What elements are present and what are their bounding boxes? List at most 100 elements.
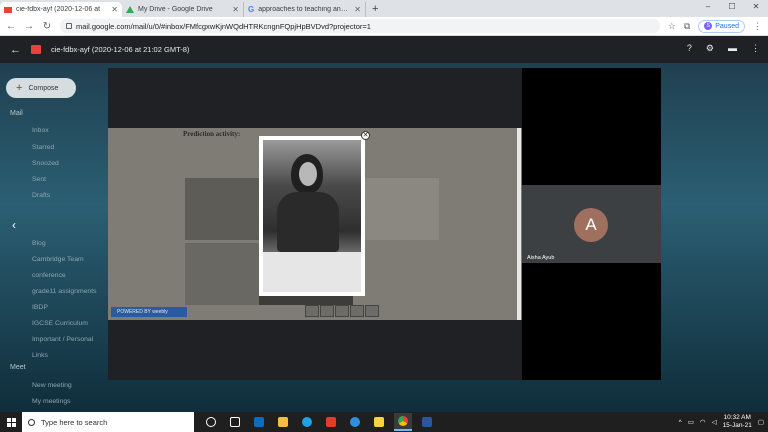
avatar-initial: A [585,215,597,234]
help-icon[interactable]: ? [687,43,692,54]
tab-google-drive[interactable]: My Drive - Google Drive ✕ [122,2,244,17]
network-icon[interactable]: ◠ [700,418,706,426]
new-meeting-link[interactable]: New meeting [32,382,72,389]
back-arrow-icon[interactable]: ← [10,44,21,56]
slide-photo-strip [259,296,353,305]
sidebar-item-drafts[interactable]: Drafts [32,192,50,199]
gallery-thumbnail[interactable] [350,305,364,317]
close-tab-icon[interactable]: ✕ [354,5,361,14]
extensions-icon[interactable]: ⧉ [684,21,690,32]
url-text: mail.google.com/mail/u/0/#inbox/FMfcgxwK… [76,21,371,31]
bookmark-star-icon[interactable]: ☆ [668,21,676,32]
tab-google-search[interactable]: G approaches to teaching and lea ✕ [244,2,366,17]
clock-time: 10:32 AM [723,414,751,421]
compose-button[interactable]: + Compose [6,78,76,98]
close-tab-icon[interactable]: ✕ [232,5,239,14]
address-bar[interactable]: mail.google.com/mail/u/0/#inbox/FMfcgxwK… [60,19,660,33]
lock-icon [66,23,72,29]
chrome-icon[interactable] [394,413,412,431]
participant-avatar: A [574,208,608,242]
more-options-icon[interactable]: ⋮ [751,43,760,54]
internet-explorer-icon[interactable] [298,413,316,431]
word-icon[interactable] [418,413,436,431]
back-arrow-icon[interactable]: ← [6,21,16,32]
cortana-icon[interactable] [202,413,220,431]
gallery-thumbnail[interactable] [320,305,334,317]
search-icon [28,418,35,426]
previous-arrow-icon[interactable]: ‹ [12,218,16,232]
taskbar-apps [202,413,436,431]
close-window-button[interactable]: ✕ [744,0,768,14]
minimize-button[interactable]: – [696,0,720,14]
sticky-notes-icon[interactable] [370,413,388,431]
gallery-thumbnail[interactable] [305,305,319,317]
gmail-favicon-icon [4,6,12,13]
windows-logo-icon [6,417,16,427]
file-explorer-icon[interactable] [274,413,292,431]
participant-name: Aisha Ayub [527,255,555,261]
gallery-thumbnail[interactable] [335,305,349,317]
browser-tab-bar: cie-fdbx-ayf (2020-12-06 at ✕ My Drive -… [0,0,768,17]
mail-section-label: Mail [10,110,23,117]
portrait-face [299,162,317,186]
compose-label: Compose [28,84,59,92]
sidebar-item-grade11[interactable]: grade11 assignments [32,288,96,295]
close-tab-icon[interactable]: ✕ [111,5,118,14]
my-meetings-link[interactable]: My meetings [32,398,71,405]
gallery-thumbnail[interactable] [365,305,379,317]
sidebar-item-ibdp[interactable]: IBDP [32,304,48,311]
show-hidden-icons-icon[interactable]: ^ [679,419,682,426]
windows-taskbar: Type here to search ^ ▭ ◠ ◁ 10:32 AM 15-… [0,412,768,432]
notifications-icon[interactable]: ▢ [758,418,764,426]
viewer-header: ← cie-fdbx-ayf (2020-12-06 at 21:02 GMT-… [0,36,768,63]
sidebar-item-blog[interactable]: Blog [32,240,46,247]
open-folder-icon[interactable]: ▬ [728,43,737,54]
start-button[interactable] [0,412,22,432]
sidebar-item-sent[interactable]: Sent [32,176,46,183]
window-controls: – ☐ ✕ [696,0,768,14]
gmail-sidebar: + Compose [0,36,108,412]
tab-label: cie-fdbx-ayf (2020-12-06 at [16,6,101,13]
weebly-badge-text: POWERED BY weebly [117,309,168,315]
slide-edge [517,128,521,320]
profile-button[interactable]: S Paused [698,19,745,33]
tab-label: approaches to teaching and lea [258,6,351,13]
weebly-badge[interactable]: POWERED BY weebly [111,307,187,317]
slide-heading: Prediction activity: [183,130,241,138]
media-app-icon[interactable] [322,413,340,431]
menu-kebab-icon[interactable]: ⋮ [753,21,762,32]
taskbar-search[interactable]: Type here to search [22,412,194,432]
plus-icon: + [16,82,23,94]
lightbox-portrait-image [263,140,361,292]
sidebar-item-conference[interactable]: conference [32,272,66,279]
forward-arrow-icon[interactable]: → [24,21,34,32]
new-tab-button[interactable]: + [366,2,384,17]
clock-date: 15-Jan-21 [722,422,752,429]
tab-label: My Drive - Google Drive [138,6,213,13]
sidebar-item-igcse[interactable]: IGCSE Curriculum [32,320,88,327]
sidebar-item-links[interactable]: Links [32,352,48,359]
sidebar-item-inbox[interactable]: Inbox [32,127,49,134]
battery-icon[interactable]: ▭ [688,418,694,426]
settings-gear-icon[interactable]: ⚙ [706,43,714,54]
slide-photo-city [365,178,439,240]
lightbox-close-icon[interactable]: ✕ [361,131,370,140]
system-clock[interactable]: 10:32 AM 15-Jan-21 [723,414,752,430]
volume-icon[interactable]: ◁ [712,418,717,426]
edge-icon[interactable] [346,413,364,431]
sidebar-item-snoozed[interactable]: Snoozed [32,160,59,167]
reload-icon[interactable]: ↻ [42,21,52,32]
maximize-button[interactable]: ☐ [720,0,744,14]
tab-meet-recording[interactable]: cie-fdbx-ayf (2020-12-06 at ✕ [0,2,122,17]
recording-title: cie-fdbx-ayf (2020-12-06 at 21:02 GMT-8) [51,45,190,54]
meet-section-label: Meet [10,364,26,371]
browser-toolbar: ← → ↻ mail.google.com/mail/u/0/#inbox/FM… [0,17,768,36]
sidebar-item-cambridge[interactable]: Cambridge Team [32,256,84,263]
outlook-icon[interactable] [250,413,268,431]
search-placeholder: Type here to search [41,417,108,427]
sidebar-item-starred[interactable]: Starred [32,144,54,151]
task-view-icon[interactable] [226,413,244,431]
sidebar-item-important[interactable]: Important / Personal [32,336,93,343]
slide-photo-tower [185,243,259,305]
google-favicon-icon: G [248,5,255,14]
